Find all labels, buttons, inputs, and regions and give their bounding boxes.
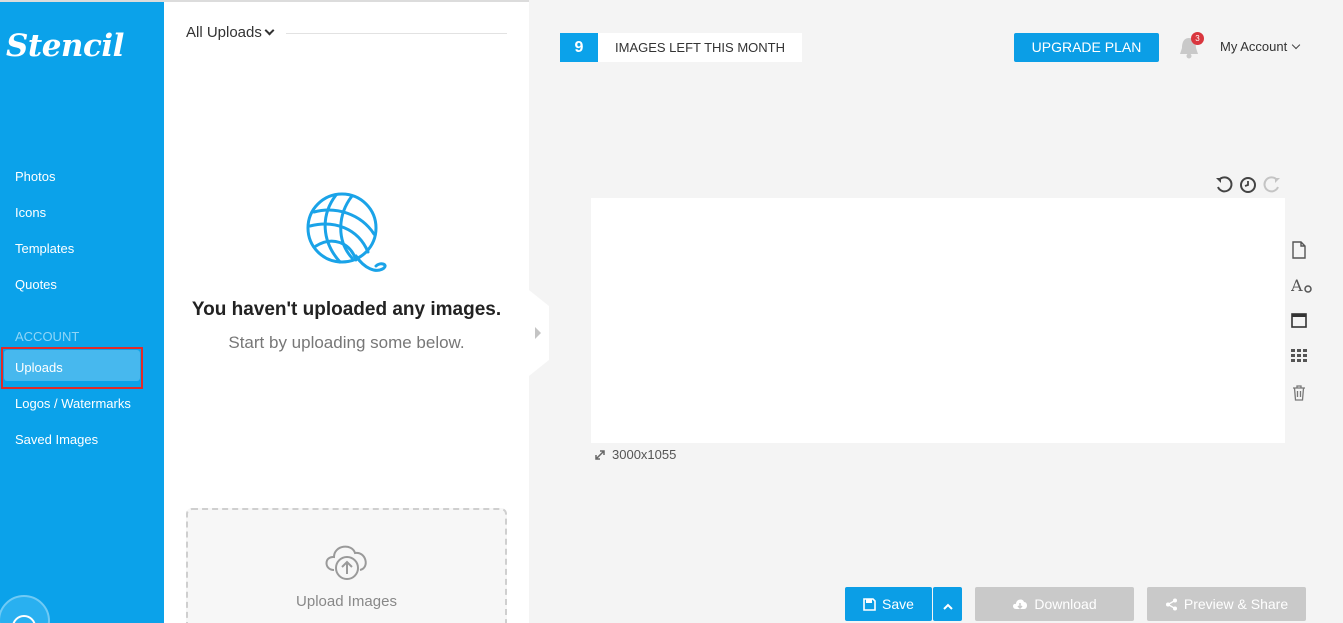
help-chat-icon[interactable] — [0, 595, 50, 623]
text-style-icon[interactable]: A — [1291, 277, 1313, 295]
trash-icon[interactable] — [1291, 385, 1307, 401]
images-left-count: 9 — [560, 33, 598, 62]
history-icon[interactable] — [1239, 176, 1257, 194]
svg-text:A: A — [1291, 277, 1303, 295]
download-button[interactable]: Download — [975, 587, 1134, 621]
sidebar-item-quotes[interactable]: Quotes — [15, 277, 57, 292]
uploads-filter-dropdown[interactable]: All Uploads — [186, 24, 275, 41]
preview-share-label: Preview & Share — [1183, 596, 1289, 612]
chevron-down-icon — [1291, 40, 1301, 50]
images-left-text: IMAGES LEFT THIS MONTH — [615, 40, 785, 55]
uploads-panel: All Uploads You haven't uploaded any ima… — [164, 0, 529, 623]
sidebar-item-saved-images[interactable]: Saved Images — [15, 432, 98, 447]
notification-badge: 3 — [1191, 32, 1204, 45]
sidebar-item-templates[interactable]: Templates — [15, 241, 74, 256]
canvas-dimensions-text: 3000x1055 — [612, 447, 677, 462]
images-left-counter: 9 IMAGES LEFT THIS MONTH — [560, 33, 802, 62]
download-label: Download — [1034, 596, 1097, 612]
empty-state-subtitle: Start by uploading some below. — [228, 333, 465, 352]
window-icon[interactable] — [1291, 313, 1307, 329]
upgrade-plan-button[interactable]: UPGRADE PLAN — [1014, 33, 1159, 62]
chevron-down-icon — [264, 25, 275, 36]
resize-icon — [595, 449, 605, 460]
collapse-panel-handle[interactable] — [529, 290, 551, 376]
sidebar-item-logos-watermarks[interactable]: Logos / Watermarks — [15, 396, 131, 411]
yarn-ball-icon — [306, 192, 387, 272]
upload-images-dropzone[interactable]: Upload Images — [186, 508, 507, 623]
cloud-download-icon — [1013, 599, 1028, 610]
my-account-menu[interactable]: My Account — [1220, 39, 1301, 54]
sidebar-item-photos[interactable]: Photos — [15, 169, 55, 184]
uploads-filter-label: All Uploads — [186, 24, 262, 41]
cloud-upload-icon — [325, 545, 367, 580]
grid-icon[interactable] — [1291, 349, 1307, 363]
sidebar-section-account: ACCOUNT — [15, 329, 80, 344]
chevron-up-icon — [942, 603, 953, 610]
share-icon — [1165, 598, 1177, 611]
sidebar: Stencil Photos Icons Templates Quotes AC… — [0, 0, 164, 623]
save-button[interactable]: Save — [845, 587, 932, 621]
floppy-disk-icon — [863, 598, 876, 611]
selection-highlight-box — [1, 347, 143, 389]
page-icon[interactable] — [1291, 241, 1307, 259]
redo-icon[interactable] — [1263, 176, 1281, 194]
upload-images-label: Upload Images — [296, 593, 397, 610]
save-options-toggle[interactable] — [933, 587, 962, 621]
canvas-dimensions[interactable]: 3000x1055 — [594, 447, 676, 462]
design-canvas[interactable] — [591, 198, 1285, 443]
undo-icon[interactable] — [1215, 176, 1233, 194]
empty-state-title: You haven't uploaded any images. — [191, 299, 502, 320]
sidebar-item-icons[interactable]: Icons — [15, 205, 46, 220]
divider — [286, 33, 507, 34]
preview-share-button[interactable]: Preview & Share — [1147, 587, 1306, 621]
my-account-label: My Account — [1220, 39, 1288, 54]
save-label: Save — [882, 596, 914, 612]
stencil-logo[interactable]: Stencil — [6, 28, 124, 64]
